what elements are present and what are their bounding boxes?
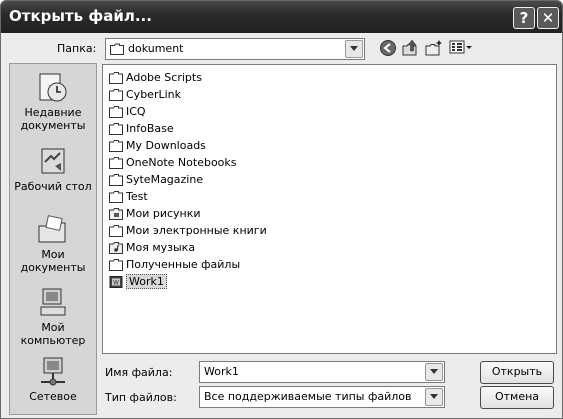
network-icon (41, 357, 65, 386)
list-item[interactable]: OneNote Notebooks (109, 154, 237, 171)
list-item[interactable]: Мои рисунки (109, 205, 201, 222)
back-icon[interactable] (379, 39, 397, 57)
filetype-value: Все поддерживаемые типы файлов (204, 390, 412, 403)
list-item[interactable]: InfoBase (109, 120, 174, 137)
document-icon: W (109, 275, 123, 288)
my-computer-icon (40, 288, 66, 316)
list-item[interactable]: Полученные файлы (109, 256, 240, 273)
folder-icon (109, 71, 123, 84)
filename-combobox[interactable]: Work1 (199, 361, 445, 383)
title-bar[interactable]: Открыть файл... ? ✕ (1, 1, 562, 33)
list-item[interactable]: CyberLink (109, 86, 181, 103)
folder-combobox[interactable]: dokument (105, 38, 365, 60)
place-label: Мои документы (20, 248, 86, 274)
place-desktop[interactable]: Рабочий стол (10, 146, 96, 193)
list-item[interactable]: Моя музыка (109, 239, 195, 256)
place-my-documents[interactable]: Мои документы (10, 214, 96, 274)
filetype-combobox[interactable]: Все поддерживаемые типы файлов (199, 386, 445, 408)
close-button[interactable]: ✕ (537, 7, 559, 29)
views-menu-icon[interactable] (449, 39, 473, 57)
window-title: Открыть файл... (9, 7, 152, 25)
place-label: Мой компьютер (20, 321, 86, 347)
folder-icon (109, 190, 123, 203)
my-documents-icon (38, 215, 66, 243)
place-network[interactable]: Сетевое (10, 356, 96, 403)
up-folder-icon[interactable] (401, 39, 419, 57)
list-item[interactable]: Adobe Scripts (109, 69, 202, 86)
file-list[interactable]: Adobe Scripts CyberLink ICQ InfoBase My … (102, 64, 557, 354)
recent-documents-icon (39, 73, 67, 102)
new-folder-icon[interactable] (425, 39, 443, 57)
folder-icon (109, 122, 123, 135)
place-label: Сетевое (29, 390, 77, 403)
place-recent-documents[interactable]: Недавние документы (10, 72, 96, 132)
list-item[interactable]: Test (109, 188, 148, 205)
folder-icon (109, 139, 123, 152)
list-item[interactable]: My Downloads (109, 137, 206, 154)
place-my-computer[interactable]: Мой компьютер (10, 287, 96, 347)
list-item[interactable]: Мои электронные книги (109, 222, 267, 239)
music-folder-icon (109, 241, 123, 254)
folder-label: Папка: (57, 42, 97, 55)
chevron-down-icon[interactable] (345, 40, 363, 58)
help-button[interactable]: ? (513, 7, 535, 29)
filename-label: Имя файла: (105, 366, 173, 379)
list-item[interactable]: ICQ (109, 103, 146, 120)
filename-value: Work1 (204, 365, 239, 378)
folder-icon (109, 88, 123, 101)
chevron-down-icon[interactable] (425, 388, 443, 406)
open-button[interactable]: Открыть (480, 361, 554, 384)
folder-icon (109, 105, 123, 118)
folder-value: dokument (128, 42, 184, 55)
list-item[interactable]: SyteMagazine (109, 171, 203, 188)
folder-icon (109, 224, 123, 237)
chevron-down-icon[interactable] (425, 363, 443, 381)
folder-icon (109, 156, 123, 169)
folder-icon (110, 43, 124, 55)
folder-icon (109, 258, 123, 271)
open-file-dialog: Открыть файл... ? ✕ Папка: dokument Неда… (0, 0, 563, 419)
place-label: Рабочий стол (14, 180, 92, 193)
svg-text:W: W (113, 279, 119, 286)
folder-icon (109, 173, 123, 186)
cancel-button[interactable]: Отмена (480, 386, 554, 409)
pictures-folder-icon (109, 207, 123, 220)
places-bar: Недавние документы Рабочий стол Мои доку… (9, 63, 97, 415)
desktop-icon (41, 148, 65, 174)
filetype-label: Тип файлов: (105, 391, 177, 404)
list-item-selected[interactable]: W Work1 (109, 273, 167, 290)
place-label: Недавние документы (20, 106, 86, 132)
